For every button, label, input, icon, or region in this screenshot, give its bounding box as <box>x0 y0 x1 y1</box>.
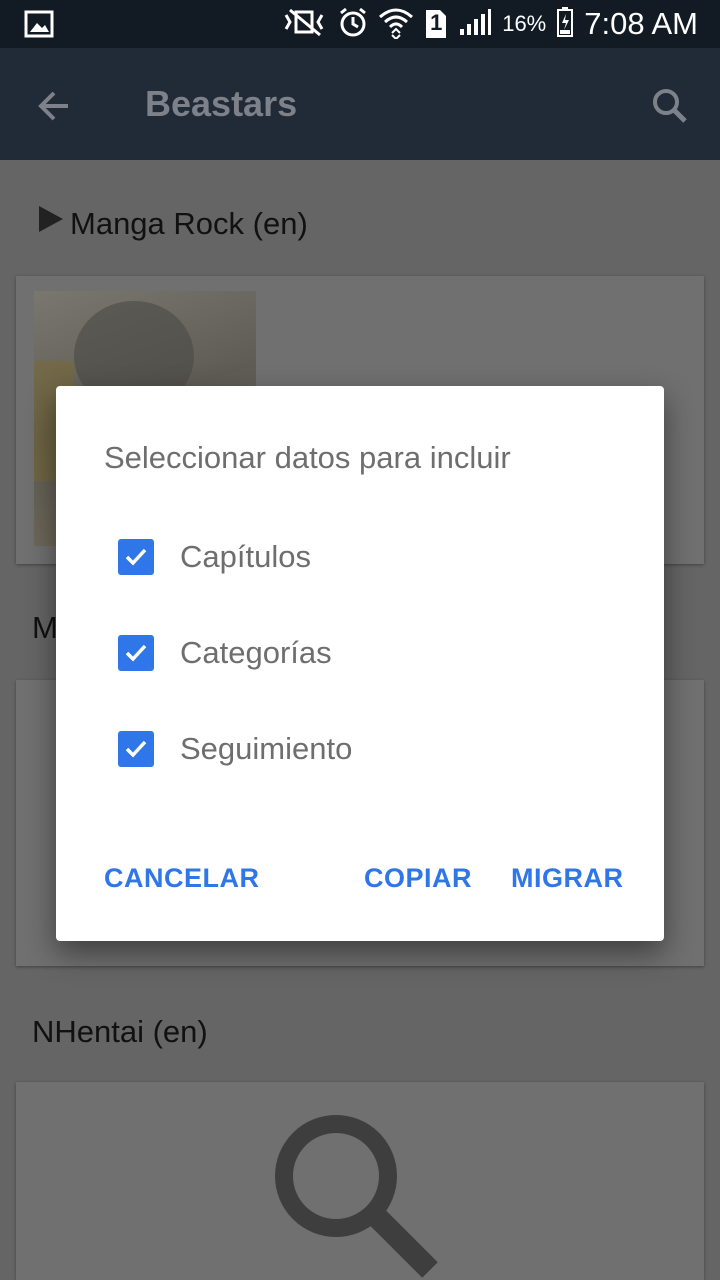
option-tracking[interactable]: Seguimiento <box>118 721 618 777</box>
checkbox-checked[interactable] <box>118 731 154 767</box>
checkbox-checked[interactable] <box>118 539 154 575</box>
option-chapters[interactable]: Capítulos <box>118 529 618 585</box>
option-categories[interactable]: Categorías <box>118 625 618 681</box>
option-label: Categorías <box>180 635 332 670</box>
cancel-button[interactable]: CANCELAR <box>104 860 260 896</box>
option-label: Capítulos <box>180 539 311 574</box>
dialog-title: Seleccionar datos para incluir <box>104 440 511 475</box>
migration-options-dialog: Seleccionar datos para incluir Capítulos… <box>56 386 664 941</box>
migrate-button[interactable]: MIGRAR <box>511 860 624 896</box>
copy-button[interactable]: COPIAR <box>364 860 472 896</box>
option-label: Seguimiento <box>180 731 353 766</box>
checkbox-checked[interactable] <box>118 635 154 671</box>
